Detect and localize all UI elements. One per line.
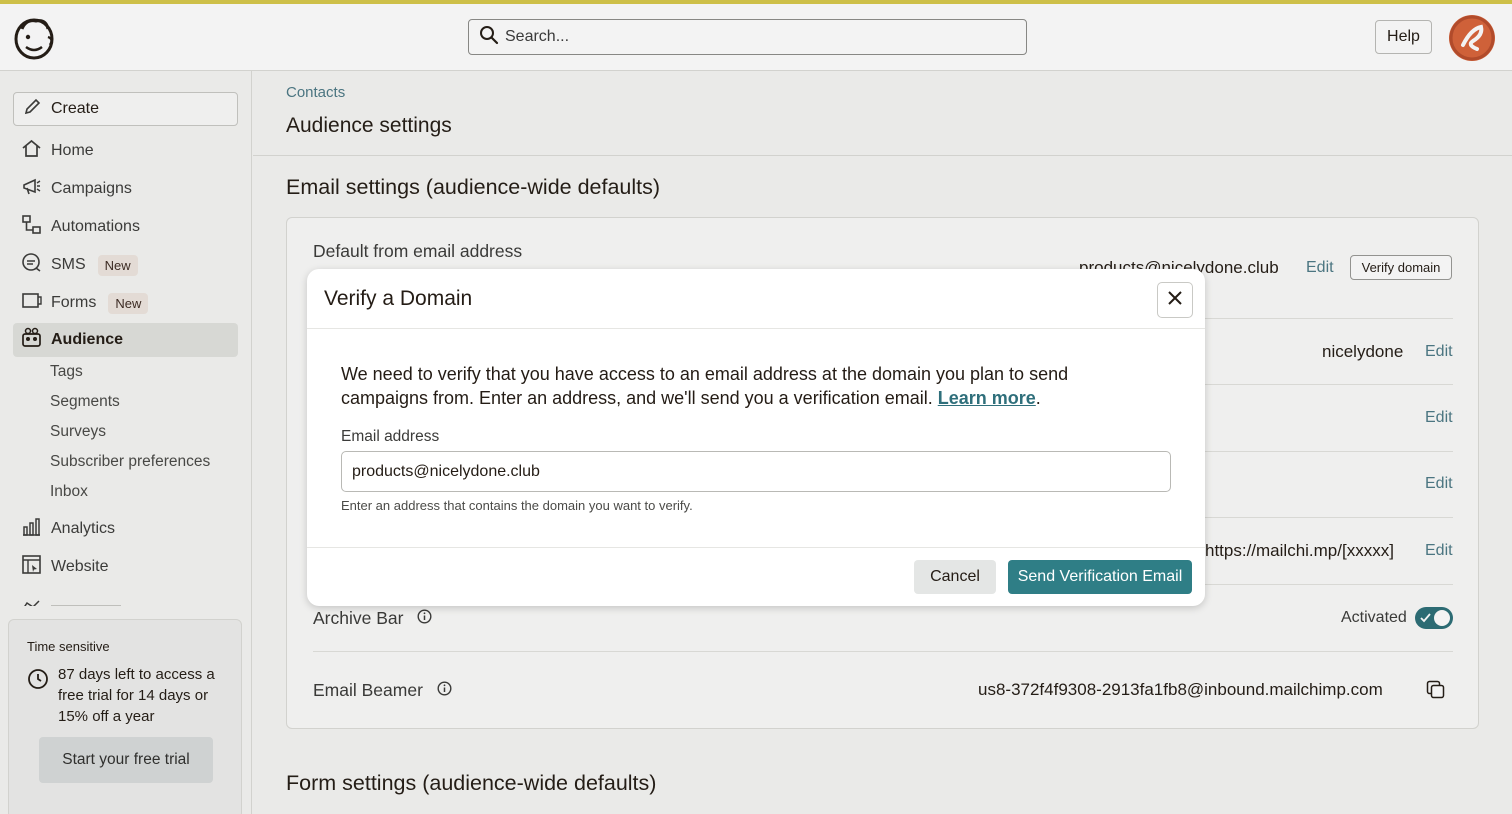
cancel-button[interactable]: Cancel	[914, 560, 996, 594]
modal-header-divider	[307, 328, 1205, 329]
verify-domain-modal: Verify a Domain We need to verify that y…	[307, 269, 1205, 606]
modal-footer-divider	[307, 547, 1205, 548]
email-address-hint: Enter an address that contains the domai…	[341, 498, 693, 513]
email-address-input[interactable]	[341, 451, 1171, 492]
close-icon	[1168, 290, 1182, 310]
send-verification-email-button[interactable]: Send Verification Email	[1008, 560, 1192, 594]
learn-more-link[interactable]: Learn more	[938, 388, 1036, 408]
period: .	[1035, 388, 1041, 408]
close-button[interactable]	[1157, 282, 1193, 318]
email-address-label: Email address	[341, 428, 440, 445]
modal-description: We need to verify that you have access t…	[341, 362, 1121, 410]
modal-title: Verify a Domain	[324, 287, 473, 310]
